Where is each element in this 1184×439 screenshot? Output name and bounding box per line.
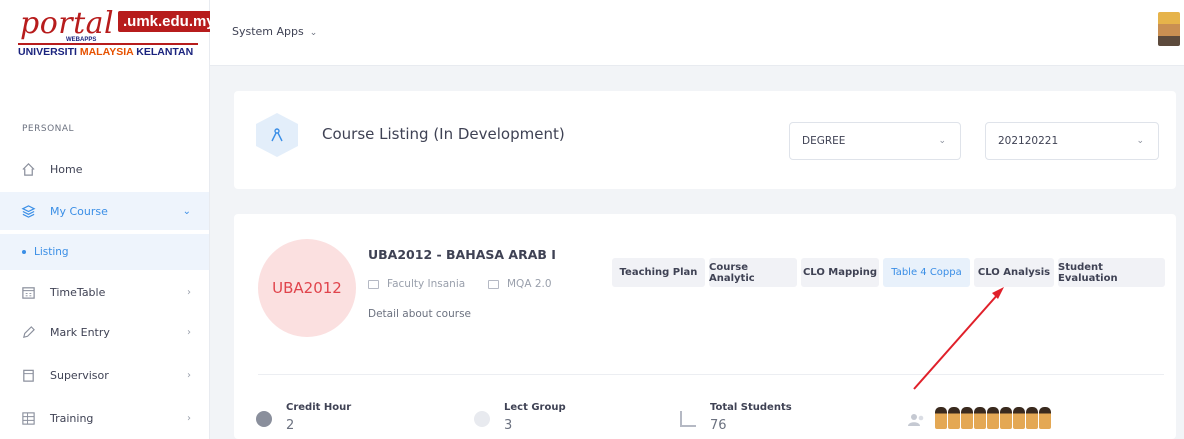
sidebar-item-timetable[interactable]: TimeTable › [0, 273, 209, 311]
course-listing-header-card: Course Listing (In Development) DEGREE ⌄… [234, 91, 1176, 189]
user-avatar[interactable] [1158, 12, 1180, 46]
sidebar-item-mark-entry[interactable]: Mark Entry › [0, 313, 209, 351]
logo-rule [18, 43, 198, 45]
sidebar-item-label: Home [50, 162, 83, 176]
course-title[interactable]: UBA2012 - BAHASA ARAB I [368, 247, 556, 262]
avatar [1000, 407, 1012, 429]
course-faculty: Faculty Insania [368, 278, 465, 290]
course-card: UBA2012 UBA2012 - BAHASA ARAB I Faculty … [234, 214, 1176, 439]
users-icon [908, 413, 926, 427]
chevron-down-icon: ⌄ [938, 136, 946, 146]
sidebar: portal .umk.edu.my WEBAPPS UNIVERSITI MA… [0, 0, 220, 439]
stat-label: Credit Hour [286, 402, 352, 413]
stat-label: Lect Group [504, 402, 566, 413]
sidebar-subitem-label: Listing [34, 246, 69, 258]
logo-university-name: UNIVERSITI MALAYSIA KELANTAN [18, 46, 193, 58]
logo-webapps-text: WEBAPPS [66, 37, 97, 43]
sidebar-item-label: My Course [50, 204, 108, 218]
avatar [974, 407, 986, 429]
avatar [1026, 407, 1038, 429]
home-icon [20, 161, 36, 177]
bullet-icon [22, 250, 26, 254]
sidebar-item-training[interactable]: Training › [0, 399, 209, 437]
stat-value: 2 [286, 418, 295, 433]
layers-icon [20, 203, 36, 219]
uni-part-2: MALAYSIA [79, 46, 134, 58]
clo-analysis-button[interactable]: CLO Analysis [974, 258, 1054, 287]
avatar [1039, 407, 1051, 429]
stat-label: Total Students [710, 402, 792, 413]
sidebar-item-my-course[interactable]: My Course ⌄ [0, 192, 209, 230]
sidebar-subitem-listing[interactable]: Listing [0, 234, 209, 270]
chevron-right-icon: › [187, 326, 191, 338]
tag-icon [488, 279, 499, 289]
student-evaluation-button[interactable]: Student Evaluation [1058, 258, 1165, 287]
semester-select[interactable]: 202120221 ⌄ [985, 122, 1159, 160]
tag-icon [368, 279, 379, 289]
pen-icon [20, 324, 36, 340]
page-title: Course Listing (In Development) [322, 125, 565, 143]
logo-portal-text: portal [20, 6, 115, 41]
course-mqa-text: MQA 2.0 [507, 278, 552, 290]
stat-value: 76 [710, 418, 727, 433]
stat-value: 3 [504, 418, 513, 433]
student-avatars[interactable] [935, 407, 1052, 429]
program-level-value: DEGREE [802, 135, 846, 147]
chevron-down-icon: ⌄ [309, 28, 318, 38]
course-mqa: MQA 2.0 [488, 278, 552, 290]
sidebar-section-personal: PERSONAL [22, 124, 75, 134]
portal-logo[interactable]: portal .umk.edu.my WEBAPPS UNIVERSITI MA… [14, 6, 220, 66]
system-apps-menu[interactable]: System Apps ⌄ [232, 25, 317, 38]
course-description: Detail about course [368, 308, 472, 320]
system-apps-label: System Apps [232, 25, 304, 38]
sidebar-item-label: Mark Entry [50, 325, 110, 339]
grid-icon [20, 410, 36, 426]
chevron-down-icon: ⌄ [182, 205, 191, 217]
card-divider [258, 374, 1164, 375]
sidebar-item-label: Supervisor [50, 368, 109, 382]
bar-chart-icon [680, 411, 696, 427]
table-4-coppa-button[interactable]: Table 4 Coppa [883, 258, 970, 287]
sidebar-item-label: TimeTable [50, 285, 106, 299]
course-faculty-text: Faculty Insania [387, 278, 466, 290]
teaching-plan-button[interactable]: Teaching Plan [612, 258, 705, 287]
compass-icon [256, 113, 298, 157]
course-analytic-button[interactable]: Course Analytic [709, 258, 797, 287]
credit-icon [256, 411, 272, 427]
sidebar-item-supervisor[interactable]: Supervisor › [0, 356, 209, 394]
course-code-avatar: UBA2012 [258, 239, 356, 337]
chevron-right-icon: › [187, 286, 191, 298]
avatar [948, 407, 960, 429]
avatar [961, 407, 973, 429]
uni-part-1: UNIVERSITI [18, 46, 80, 58]
group-icon [474, 411, 490, 427]
sidebar-item-label: Training [50, 411, 94, 425]
chevron-down-icon: ⌄ [1136, 136, 1144, 146]
uni-part-3: KELANTAN [133, 46, 194, 58]
calendar-icon [20, 284, 36, 300]
chevron-right-icon: › [187, 369, 191, 381]
semester-value: 202120221 [998, 135, 1059, 147]
clipboard-icon [20, 367, 36, 383]
avatar [987, 407, 999, 429]
clo-mapping-button[interactable]: CLO Mapping [801, 258, 879, 287]
avatar [935, 407, 947, 429]
sidebar-item-home[interactable]: Home [0, 150, 209, 188]
chevron-right-icon: › [187, 412, 191, 424]
program-level-select[interactable]: DEGREE ⌄ [789, 122, 961, 160]
top-bar: System Apps ⌄ [210, 0, 1184, 66]
avatar [1013, 407, 1025, 429]
logo-domain-text: .umk.edu.my [118, 11, 220, 32]
